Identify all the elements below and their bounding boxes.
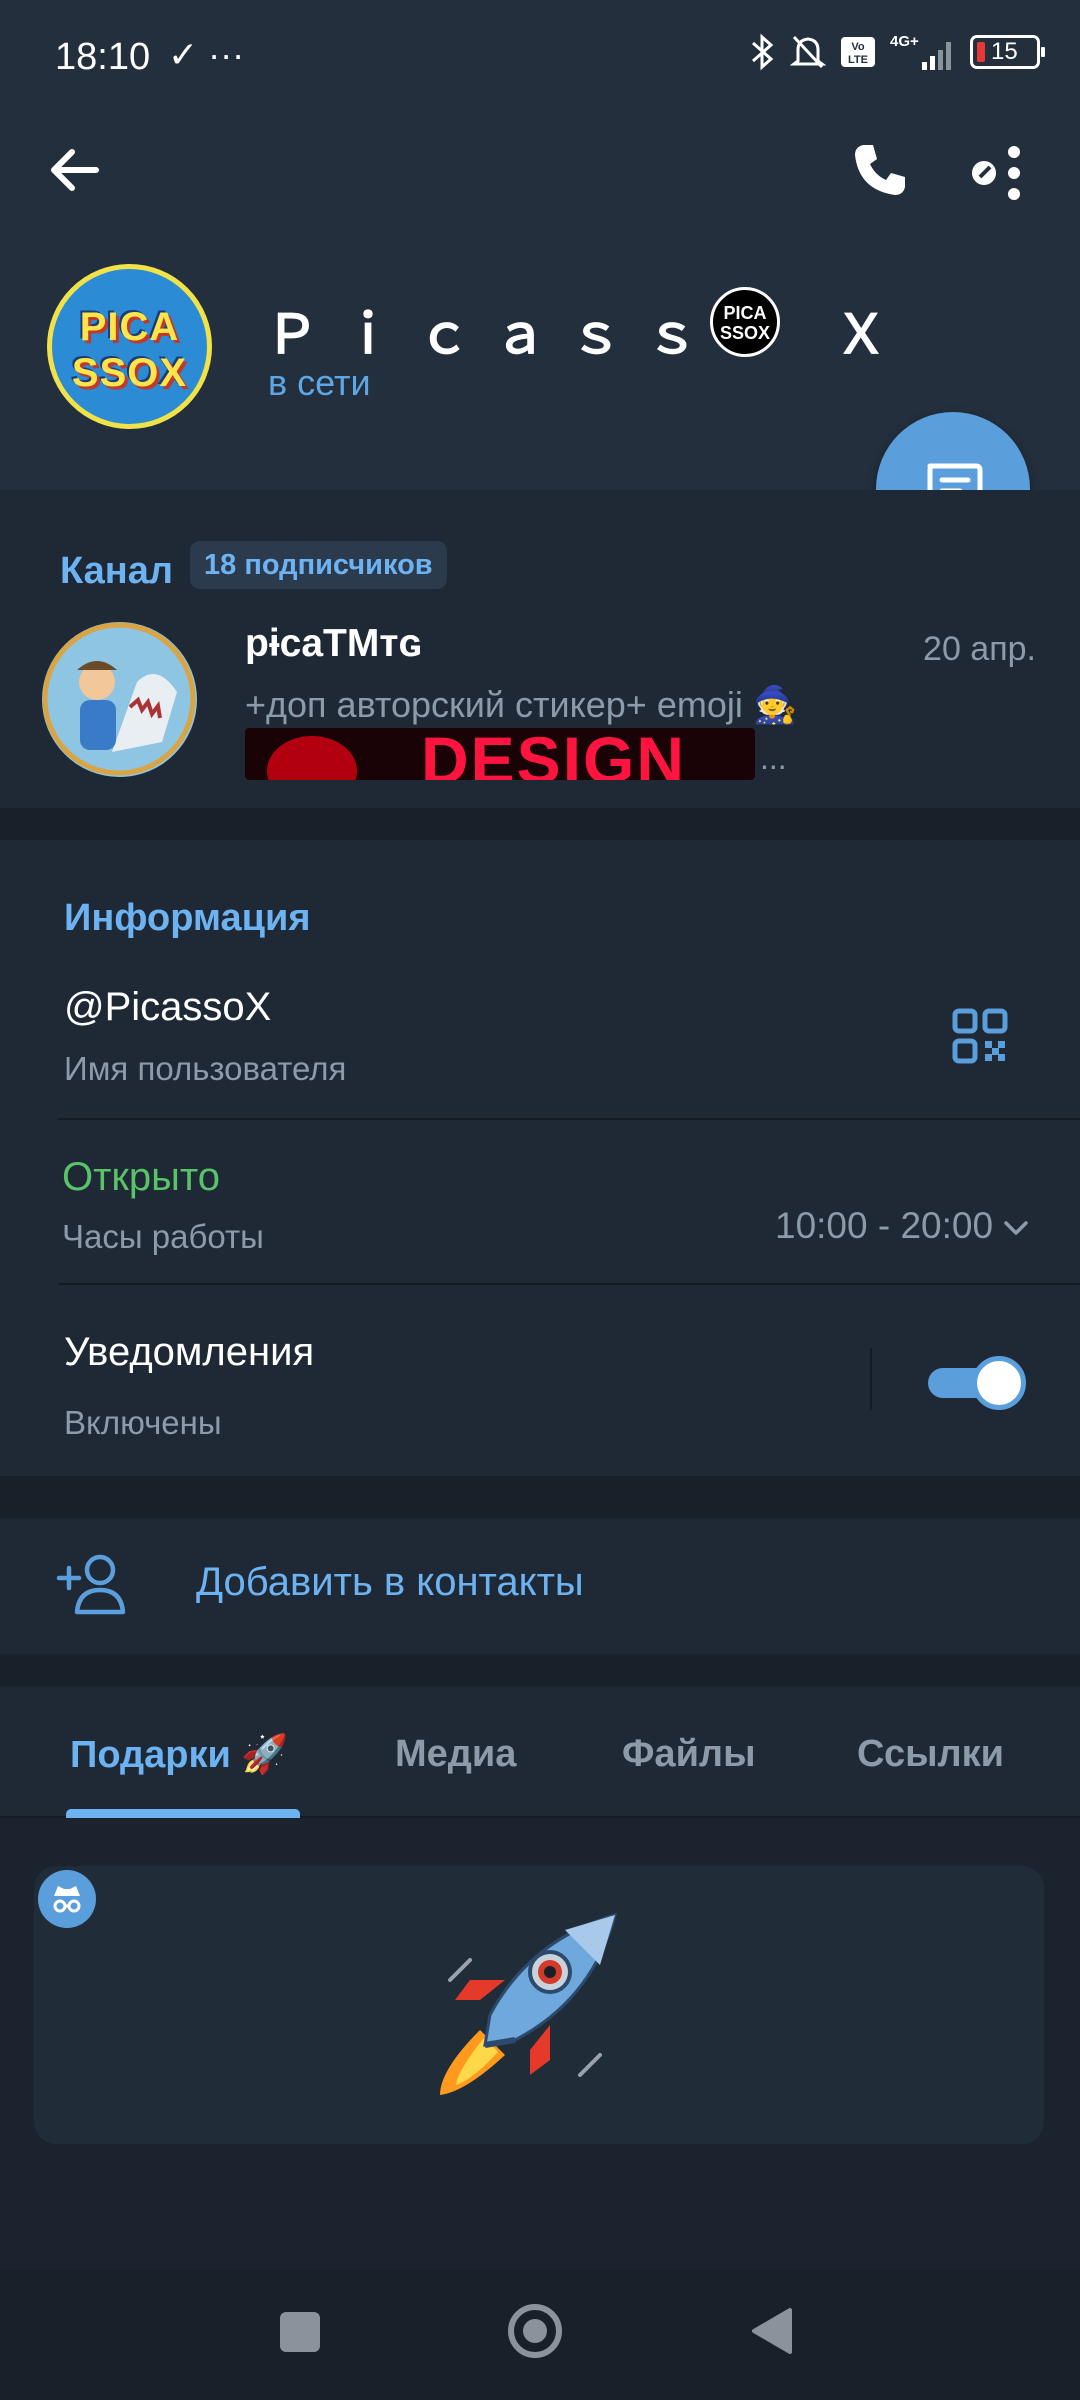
username-value[interactable]: @PicassoX	[64, 985, 271, 1030]
status-time: 18:10	[55, 36, 151, 78]
toggle-separator	[870, 1348, 872, 1410]
home-button[interactable]	[506, 2302, 564, 2360]
signal-icon: 4G+	[890, 33, 951, 70]
status-bar: 18:10 ✓ ··· Vo LTE 4G+ 15	[0, 0, 1080, 115]
section-divider	[0, 1476, 1080, 1518]
rocket-gift-icon	[440, 1912, 618, 2095]
business-hours-label: Часы работы	[62, 1218, 264, 1255]
name-emoji-badge: PICA SSOX	[710, 287, 780, 357]
back-arrow-icon[interactable]	[40, 135, 110, 205]
channel-title: pɨcaTMтɢ	[245, 622, 422, 665]
qr-code-icon[interactable]	[952, 1008, 1008, 1064]
section-divider	[0, 1654, 1080, 1686]
business-hours-status[interactable]: Открыто	[62, 1155, 220, 1200]
bluetooth-icon	[752, 33, 774, 71]
channel-preview: +доп авторский стикер+ emoji 🧙	[245, 684, 798, 725]
svg-text:Vo: Vo	[851, 41, 865, 53]
business-hours-value[interactable]: 10:00 - 20:00	[775, 1205, 993, 1247]
phone-icon[interactable]	[845, 135, 915, 205]
tab-gifts[interactable]: Подарки 🚀	[70, 1733, 289, 1777]
svg-text:4G+: 4G+	[890, 33, 919, 50]
channel-preview-image: DESIGN	[245, 728, 755, 780]
online-status: в сети	[268, 362, 371, 403]
notifications-title[interactable]: Уведомления	[64, 1330, 314, 1375]
more-icon[interactable]	[960, 135, 1030, 205]
avatar-logo-line2: SSOX	[71, 351, 188, 395]
incognito-badge-icon	[38, 1870, 96, 1928]
back-nav-button[interactable]	[748, 2306, 794, 2356]
chevron-down-icon[interactable]	[998, 1210, 1034, 1246]
battery-level: 15	[991, 38, 1018, 65]
volte-icon: VoLTE	[841, 37, 875, 67]
channel-label: Канал	[60, 550, 174, 592]
battery-icon: 15	[970, 35, 1045, 69]
active-tab-indicator	[66, 1809, 300, 1818]
profile-name: Ｐｉｃａｓｓｏ Ｘ	[265, 305, 911, 365]
status-notification-icons: ✓ ···	[168, 34, 245, 75]
section-divider	[0, 808, 1080, 840]
row-divider	[58, 1118, 1080, 1120]
subscribers-badge: 18 подписчиков	[190, 541, 447, 589]
preview-ellipsis: ...	[760, 740, 787, 776]
add-user-icon	[56, 1554, 126, 1615]
svg-text:LTE: LTE	[848, 54, 868, 66]
preview-image-text: DESIGN	[421, 728, 687, 780]
add-contact-button[interactable]: Добавить в контакты	[196, 1560, 584, 1605]
notifications-toggle[interactable]	[928, 1356, 1026, 1410]
status-right-icons: Vo LTE 4G+ 15	[750, 32, 1045, 72]
channel-avatar	[42, 622, 197, 777]
recents-button[interactable]	[280, 2312, 320, 2352]
profile-avatar[interactable]: PICA SSOX	[47, 264, 212, 429]
notifications-status: Включены	[64, 1404, 222, 1441]
badge-line2: SSOX	[719, 323, 771, 343]
info-heading: Информация	[64, 897, 311, 939]
channel-date: 20 апр.	[923, 630, 1036, 668]
tab-media[interactable]: Медиа	[395, 1733, 516, 1776]
row-divider	[58, 1283, 1080, 1285]
badge-line1: PICA	[723, 303, 767, 323]
tab-files[interactable]: Файлы	[622, 1733, 756, 1776]
bell-off-icon	[790, 35, 826, 69]
channel-avatar-art	[42, 622, 196, 776]
tab-links[interactable]: Ссылки	[857, 1733, 1004, 1776]
username-label: Имя пользователя	[64, 1050, 347, 1087]
avatar-logo-line1: PICA	[79, 305, 180, 349]
